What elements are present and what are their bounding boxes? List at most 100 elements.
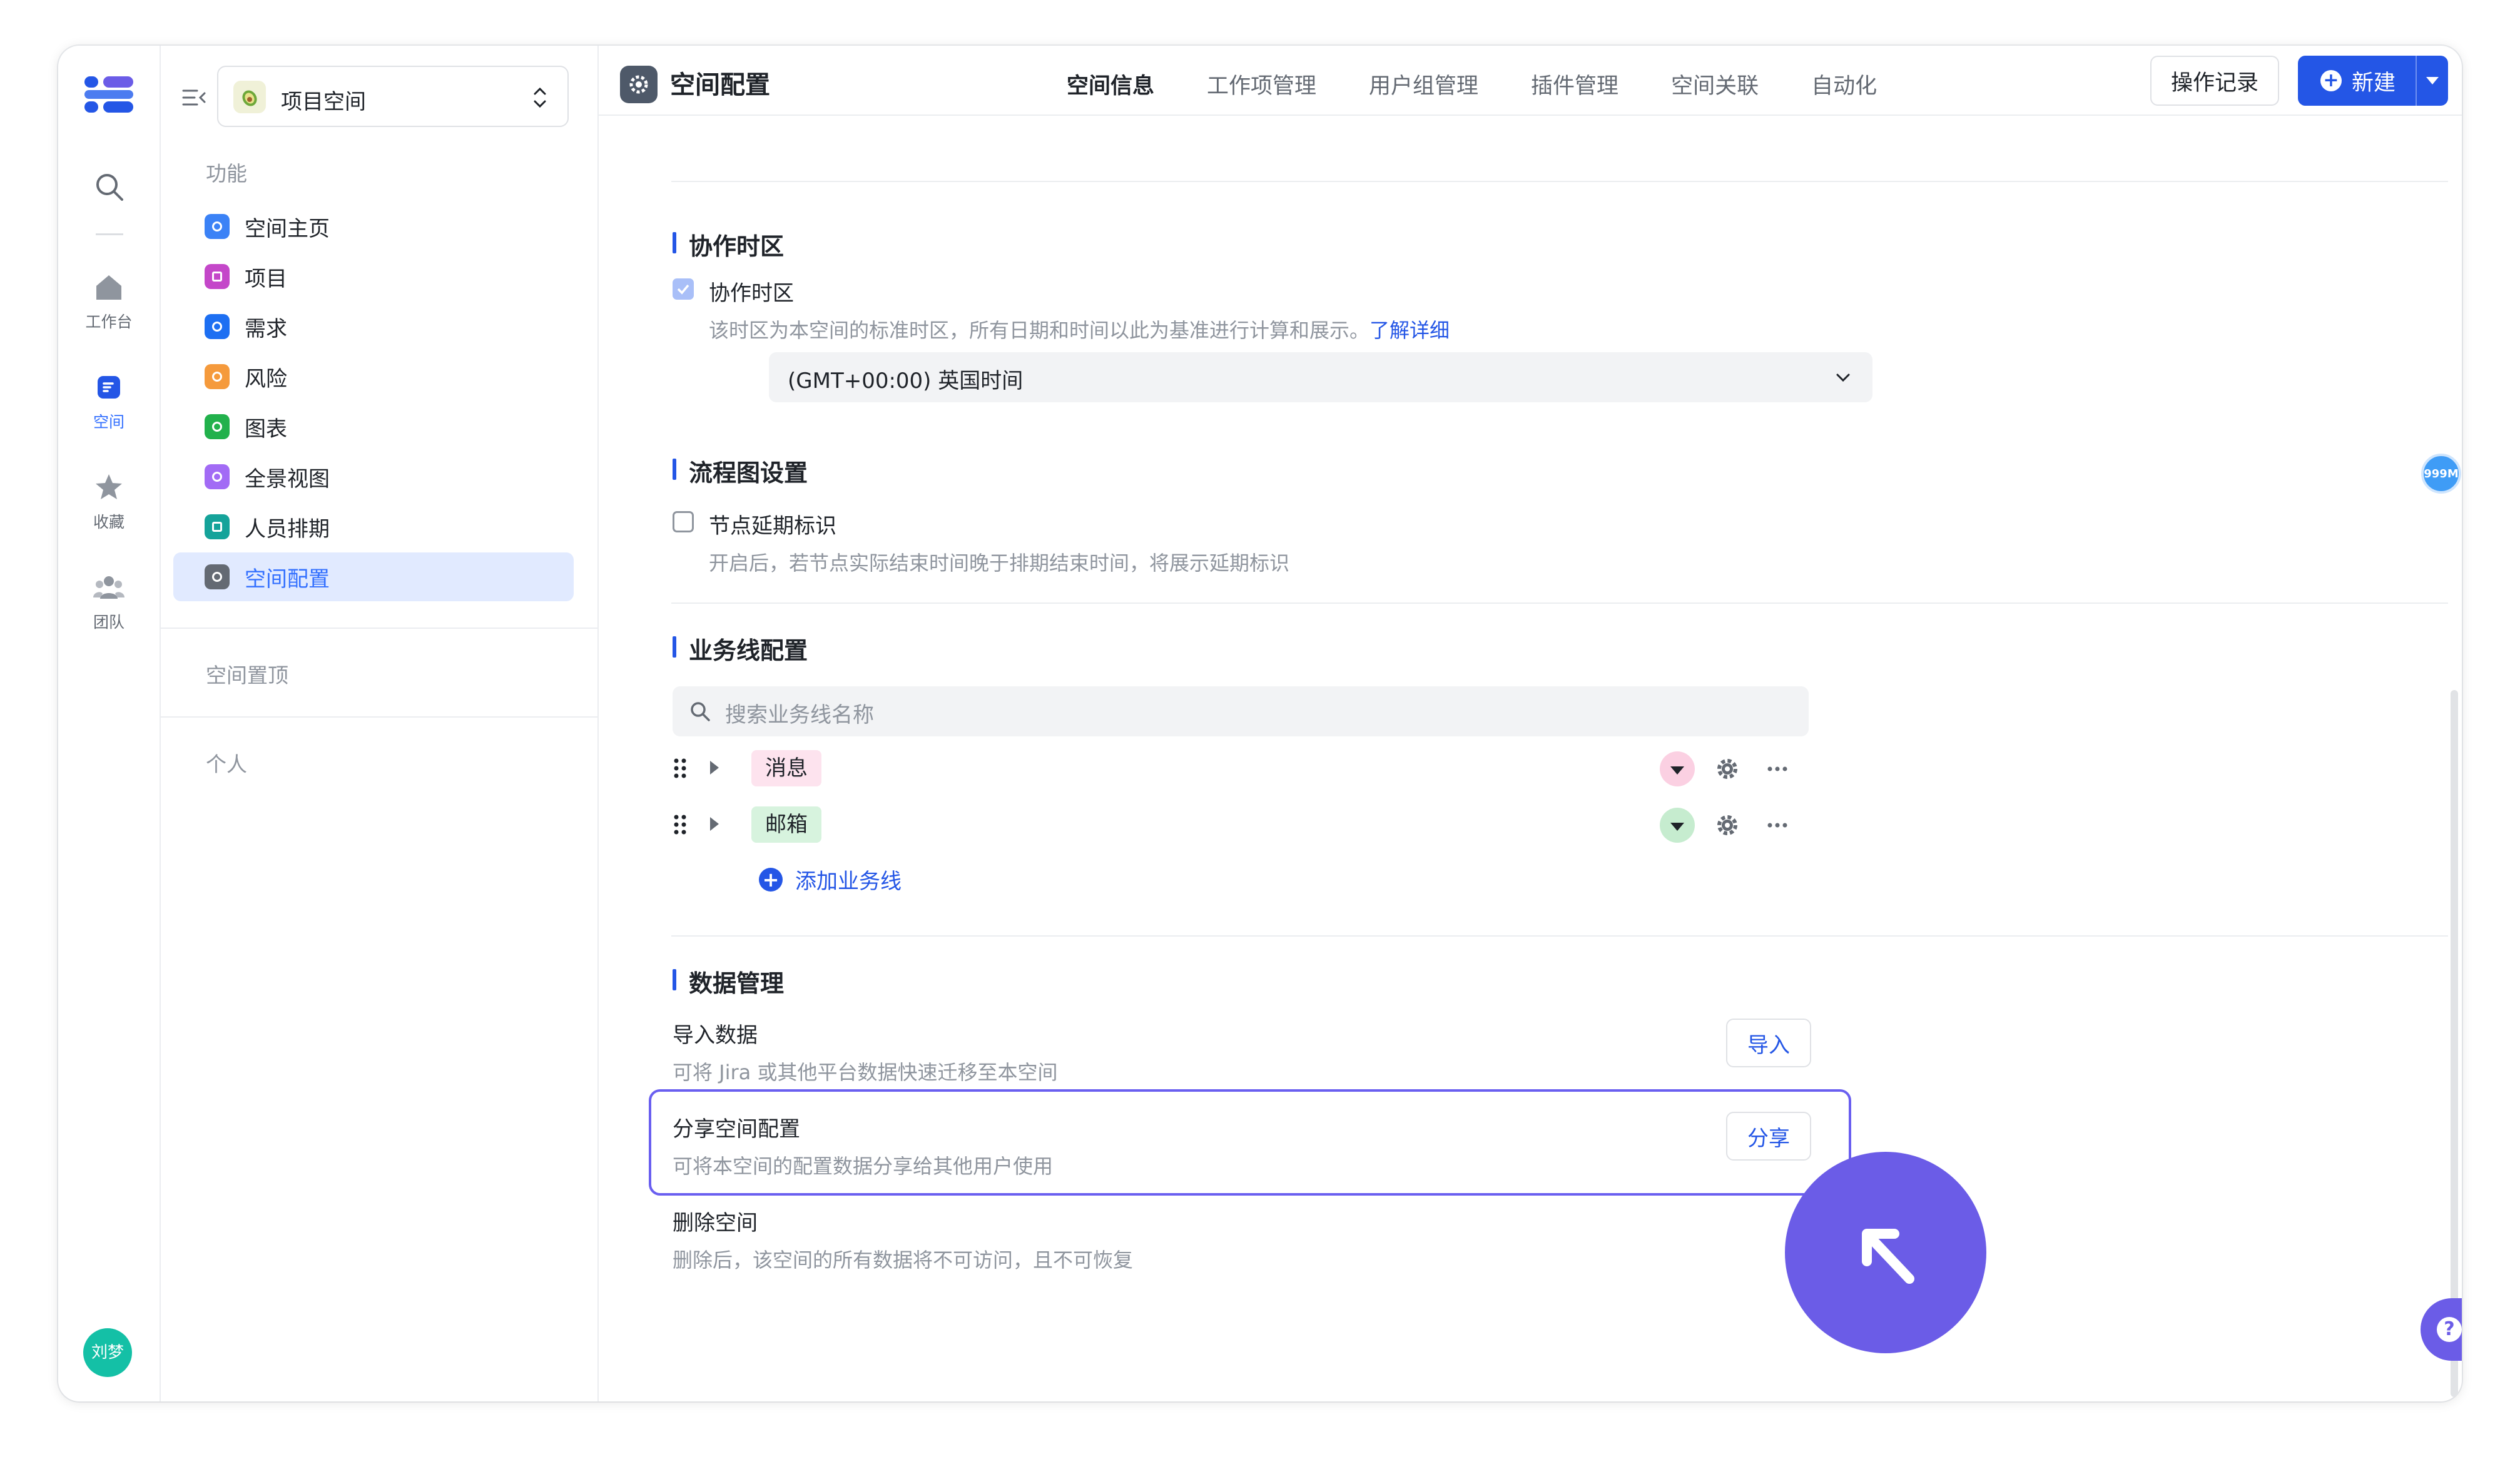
panorama-icon — [205, 464, 230, 489]
share-description: 可将本空间的配置数据分享给其他用户使用 — [673, 1154, 1054, 1178]
project-icon — [205, 264, 230, 289]
settings-gear-icon — [620, 66, 658, 103]
sidebar-item-label: 图表 — [245, 416, 287, 442]
sidebar-item-requirements[interactable]: 需求 — [173, 302, 574, 351]
add-business-line-label: 添加业务线 — [795, 869, 902, 894]
section-title-timezone: 协作时区 — [673, 227, 784, 262]
tab-space-links[interactable]: 空间关联 — [1671, 68, 1759, 100]
delete-description: 删除后，该空间的所有数据将不可访问，且不可恢复 — [673, 1248, 1134, 1272]
new-button-label: 新建 — [2352, 70, 2396, 96]
business-line-row: 消息 — [673, 746, 1809, 790]
timezone-description: 该时区为本空间的标准时区，所有日期和时间以此为基准进行计算和展示。了解详细 — [709, 315, 1450, 343]
chevron-down-icon — [1836, 374, 1850, 382]
more-icon[interactable] — [1764, 755, 1791, 783]
delay-marker-checkbox[interactable] — [673, 511, 694, 532]
page-title: 空间配置 — [670, 71, 770, 99]
rail-item-team[interactable]: 团队 — [58, 571, 160, 633]
app-logo-icon[interactable] — [84, 74, 135, 115]
sidebar-item-panorama[interactable]: 全景视图 — [173, 452, 574, 501]
tab-user-groups[interactable]: 用户组管理 — [1369, 68, 1478, 100]
main-panel: 空间配置 空间信息 工作项管理 用户组管理 插件管理 空间关联 自动化 操作记录… — [599, 46, 2462, 1401]
sidebar-item-space-home[interactable]: 空间主页 — [173, 202, 574, 251]
timezone-value: (GMT+00:00) 英国时间 — [788, 369, 1024, 394]
plus-circle-icon: + — [759, 867, 783, 892]
share-button[interactable]: 分享 — [1726, 1112, 1811, 1161]
search-icon — [691, 702, 710, 721]
space-icon — [98, 376, 120, 399]
top-bar: 空间配置 空间信息 工作项管理 用户组管理 插件管理 空间关联 自动化 操作记录… — [599, 46, 2462, 116]
drag-handle-icon[interactable] — [673, 813, 689, 836]
gear-icon[interactable] — [1714, 755, 1741, 783]
tab-work-items[interactable]: 工作项管理 — [1207, 68, 1316, 100]
risk-icon — [205, 364, 230, 389]
nav-divider — [161, 716, 597, 718]
nav-sidebar: 项目空间 功能 空间主页 项目 需求 风险 图表 全景视图 人员排期 空间配置 … — [161, 46, 599, 1401]
search-icon[interactable] — [93, 171, 126, 203]
tab-bar: 空间信息 工作项管理 用户组管理 插件管理 空间关联 自动化 — [1067, 68, 1929, 100]
rail-divider — [96, 233, 123, 235]
star-icon — [96, 474, 122, 499]
sidebar-item-label: 全景视图 — [245, 466, 330, 492]
chevron-up-down-icon — [534, 87, 546, 108]
space-home-icon — [205, 214, 230, 239]
help-icon: ? — [2437, 1317, 2462, 1342]
drag-handle-icon[interactable] — [673, 757, 689, 780]
section-divider — [671, 181, 2448, 182]
rail-item-workbench[interactable]: 工作台 — [58, 271, 160, 332]
business-search-input[interactable]: 搜索业务线名称 — [673, 686, 1809, 736]
space-switcher[interactable]: 项目空间 — [217, 66, 569, 127]
timezone-checkbox[interactable] — [673, 278, 694, 300]
delay-marker-description: 开启后，若节点实际结束时间晚于排期结束时间，将展示延期标识 — [709, 551, 1290, 575]
sidebar-item-label: 空间主页 — [245, 216, 330, 241]
plus-circle-icon: + — [2320, 70, 2342, 91]
space-name: 项目空间 — [281, 89, 366, 114]
import-description: 可将 Jira 或其他平台数据快速迁移至本空间 — [673, 1060, 1058, 1084]
section-label-pinned[interactable]: 空间置顶 — [206, 659, 288, 689]
more-icon[interactable] — [1764, 811, 1791, 839]
requirements-icon — [205, 314, 230, 339]
timezone-select[interactable]: (GMT+00:00) 英国时间 — [769, 352, 1872, 402]
sidebar-item-label: 空间配置 — [245, 566, 330, 592]
section-label-features: 功能 — [206, 161, 247, 186]
color-picker-dropdown[interactable] — [1660, 808, 1695, 843]
rail-item-favorites[interactable]: 收藏 — [58, 471, 160, 532]
rail-item-label: 团队 — [93, 613, 124, 631]
import-title: 导入数据 — [673, 1023, 758, 1048]
sidebar-item-label: 项目 — [245, 266, 287, 292]
avatar[interactable]: 刘梦 — [83, 1328, 132, 1377]
sidebar-item-project[interactable]: 项目 — [173, 252, 574, 301]
tab-space-info[interactable]: 空间信息 — [1067, 68, 1154, 100]
section-divider — [671, 935, 2448, 937]
sidebar-item-risk[interactable]: 风险 — [173, 352, 574, 401]
add-business-line-button[interactable]: + 添加业务线 — [759, 864, 902, 895]
sidebar-item-space-config[interactable]: 空间配置 — [173, 552, 574, 601]
new-dropdown-caret-icon[interactable] — [2416, 56, 2448, 106]
tab-plugins[interactable]: 插件管理 — [1531, 68, 1618, 100]
import-button[interactable]: 导入 — [1726, 1019, 1811, 1067]
learn-more-link[interactable]: 了解详细 — [1369, 318, 1450, 342]
business-line-row: 邮箱 — [673, 803, 1809, 846]
search-placeholder: 搜索业务线名称 — [725, 703, 874, 728]
expand-caret-icon[interactable] — [710, 817, 719, 831]
settings-content: 协作时区 协作时区 该时区为本空间的标准时区，所有日期和时间以此为基准进行计算和… — [599, 116, 2462, 1401]
collapse-sidebar-icon[interactable] — [181, 84, 207, 111]
scrollbar[interactable] — [2451, 690, 2458, 1397]
sidebar-item-charts[interactable]: 图表 — [173, 402, 574, 451]
section-title-data: 数据管理 — [673, 964, 784, 999]
share-title: 分享空间配置 — [673, 1117, 800, 1142]
nav-divider — [161, 628, 597, 629]
sidebar-item-label: 需求 — [245, 316, 287, 342]
new-button[interactable]: + 新建 — [2298, 56, 2448, 106]
tab-automation[interactable]: 自动化 — [1811, 68, 1877, 100]
gear-icon[interactable] — [1714, 811, 1741, 839]
section-label-personal[interactable]: 个人 — [206, 748, 247, 778]
rail-item-space[interactable]: 空间 — [58, 371, 160, 432]
color-picker-dropdown[interactable] — [1660, 751, 1695, 786]
gear-icon — [205, 564, 230, 589]
sidebar-item-staffing[interactable]: 人员排期 — [173, 502, 574, 551]
icon-rail: 工作台 空间 收藏 团队 刘梦 — [58, 46, 161, 1401]
operation-log-button[interactable]: 操作记录 — [2150, 56, 2279, 106]
expand-caret-icon[interactable] — [710, 761, 719, 775]
rail-item-label: 工作台 — [85, 313, 133, 331]
floating-badge[interactable]: 999M — [2421, 454, 2461, 494]
